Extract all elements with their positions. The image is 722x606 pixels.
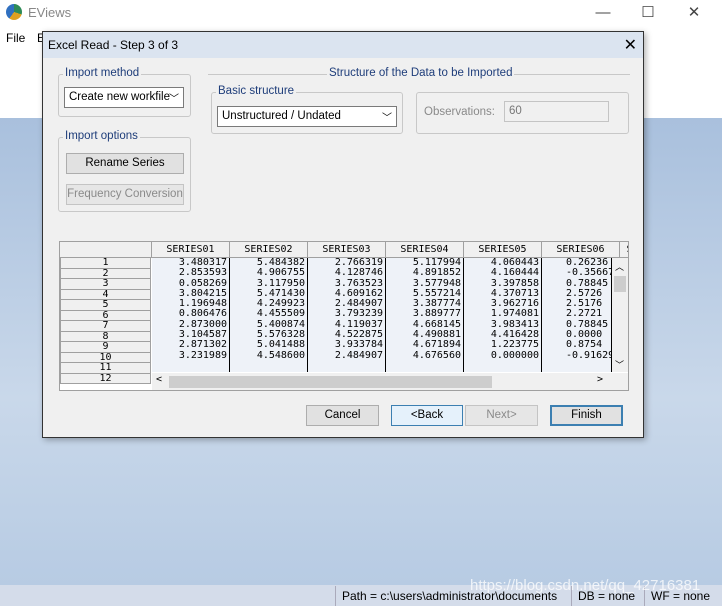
row-header[interactable]: 7 bbox=[60, 321, 151, 332]
import-method-label: Import method bbox=[63, 67, 142, 79]
data-cell[interactable]: -0.91629 bbox=[542, 350, 611, 361]
data-column: 3.480317 2.853593 0.058269 3.804215 1.196948… bbox=[152, 258, 230, 372]
row-header[interactable]: 3 bbox=[60, 279, 151, 290]
column-header[interactable]: SERIES04 bbox=[386, 242, 464, 258]
basic-structure-value: Unstructured / Undated bbox=[222, 110, 341, 122]
row-header[interactable]: 11 bbox=[60, 363, 151, 374]
finish-button[interactable]: Finish bbox=[550, 405, 623, 426]
data-column: 5.117994 4.891852 3.577948 5.557214 3.387774… bbox=[386, 258, 464, 372]
frequency-conversion-button[interactable]: Frequency Conversion bbox=[66, 184, 184, 205]
data-cell[interactable]: 4.676560 bbox=[386, 350, 463, 361]
row-header[interactable]: 9 bbox=[60, 342, 151, 353]
chevron-down-icon: ﹀ bbox=[169, 94, 179, 105]
vertical-scrollbar[interactable]: ︿ ﹀ bbox=[612, 258, 628, 372]
dialog-title: Excel Read - Step 3 of 3 ✕ bbox=[43, 32, 643, 58]
dialog-title-text: Excel Read - Step 3 of 3 bbox=[48, 38, 179, 52]
rename-series-button[interactable]: Rename Series bbox=[66, 153, 184, 174]
data-column: 2.766319 4.128746 3.763523 4.609162 2.484907… bbox=[308, 258, 386, 372]
import-options-label: Import options bbox=[63, 130, 140, 142]
data-cell[interactable]: 4.548600 bbox=[230, 350, 307, 361]
eviews-logo-icon bbox=[6, 4, 22, 20]
import-method-value: Create new workfile bbox=[69, 91, 170, 103]
observations-field[interactable]: 60 bbox=[504, 101, 609, 122]
maximize-button[interactable]: ☐ bbox=[633, 2, 663, 24]
observations-label: Observations: bbox=[424, 106, 495, 118]
import-method-select[interactable]: Create new workfile ﹀ bbox=[64, 87, 184, 108]
data-preview-grid[interactable]: SERIES01 SERIES02 SERIES03 SERIES04 SERIES05… bbox=[59, 241, 629, 391]
data-column: 4.060443 4.160444 3.397858 4.370713 3.962716… bbox=[464, 258, 542, 372]
scroll-left-icon[interactable]: < bbox=[156, 374, 162, 385]
data-cell[interactable]: 3.231989 bbox=[152, 350, 229, 361]
data-cell[interactable]: 0.000000 bbox=[464, 350, 541, 361]
next-button[interactable]: Next> bbox=[465, 405, 538, 426]
row-header[interactable]: 5 bbox=[60, 300, 151, 311]
minimize-button[interactable]: — bbox=[588, 2, 618, 24]
column-header[interactable]: SERIES05 bbox=[464, 242, 542, 258]
scroll-down-icon[interactable]: ﹀ bbox=[615, 358, 624, 371]
app-title: EViews bbox=[28, 5, 72, 20]
horizontal-scrollbar[interactable]: < > bbox=[152, 373, 628, 390]
cancel-button[interactable]: Cancel bbox=[306, 405, 379, 426]
basic-structure-label: Basic structure bbox=[216, 85, 297, 97]
horizontal-scroll-thumb[interactable] bbox=[169, 376, 492, 388]
data-cell[interactable]: 2.484907 bbox=[308, 350, 385, 361]
close-button[interactable]: ✕ bbox=[679, 2, 709, 24]
row-header[interactable]: 12 bbox=[60, 373, 151, 384]
back-button[interactable]: <Back bbox=[391, 405, 463, 426]
column-header[interactable]: SERIES01 bbox=[152, 242, 230, 258]
column-header[interactable]: SERIES02 bbox=[230, 242, 308, 258]
column-header[interactable]: SERIES06 bbox=[542, 242, 620, 258]
chevron-down-icon: ﹀ bbox=[382, 113, 392, 124]
vertical-scroll-thumb[interactable] bbox=[614, 276, 626, 292]
menu-file[interactable]: File bbox=[6, 31, 25, 45]
row-header[interactable]: 1 bbox=[60, 258, 151, 269]
column-header[interactable]: SERIES03 bbox=[308, 242, 386, 258]
excel-read-dialog: Excel Read - Step 3 of 3 ✕ Import method… bbox=[42, 31, 644, 438]
scroll-right-icon[interactable]: > bbox=[597, 374, 603, 385]
data-column: 0.26236 -0.35667 0.78845 2.5726 2.5176 2.2721… bbox=[542, 258, 612, 372]
dialog-close-icon[interactable]: ✕ bbox=[624, 35, 637, 55]
data-column: 5.484382 4.906755 3.117950 5.471430 4.249923… bbox=[230, 258, 308, 372]
scroll-up-icon[interactable]: ︿ bbox=[615, 260, 624, 273]
structure-label: Structure of the Data to be Imported bbox=[327, 67, 515, 79]
column-header[interactable]: S bbox=[620, 242, 628, 258]
basic-structure-select[interactable]: Unstructured / Undated ﹀ bbox=[217, 106, 397, 127]
watermark: https://blog.csdn.net/qq_42716381 bbox=[470, 577, 701, 594]
grid-corner bbox=[60, 242, 152, 258]
